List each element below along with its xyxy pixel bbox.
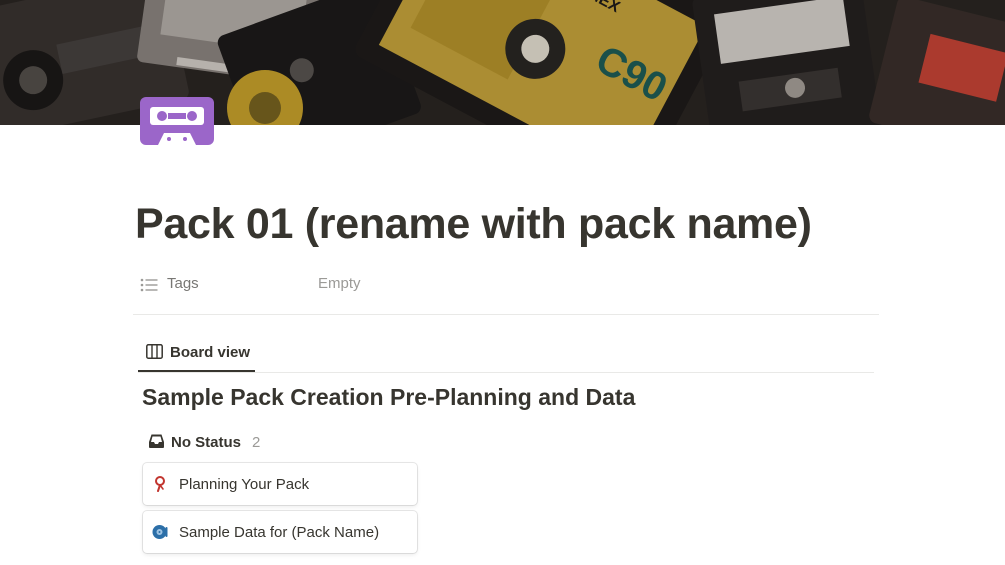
map-pin-icon xyxy=(152,476,168,492)
list-icon xyxy=(140,278,158,297)
divider xyxy=(133,314,879,315)
tab-divider xyxy=(138,372,874,373)
tab-label: Board view xyxy=(170,344,251,361)
group-name: No Status xyxy=(171,434,242,451)
page-title[interactable]: Pack 01 (rename with pack name) xyxy=(135,200,812,249)
database-title[interactable]: Sample Pack Creation Pre-Planning and Da… xyxy=(142,384,635,411)
card-title: Planning Your Pack xyxy=(179,476,310,493)
property-tags[interactable]: Tags Empty xyxy=(138,272,878,298)
board-card[interactable]: Sample Data for (Pack Name) xyxy=(143,511,417,553)
property-label: Tags xyxy=(167,275,199,292)
board-view-icon xyxy=(146,344,163,359)
card-title: Sample Data for (Pack Name) xyxy=(179,524,380,541)
group-header-no-status[interactable]: No Status 2 xyxy=(147,431,347,455)
property-value-empty[interactable]: Empty xyxy=(318,275,361,292)
group-count: 2 xyxy=(252,434,261,451)
board-card[interactable]: Planning Your Pack xyxy=(143,463,417,505)
inbox-icon xyxy=(149,434,164,448)
tab-board-view[interactable]: Board view xyxy=(138,336,255,372)
cassette-icon[interactable] xyxy=(140,97,214,145)
vinyl-disc-icon xyxy=(152,524,168,540)
